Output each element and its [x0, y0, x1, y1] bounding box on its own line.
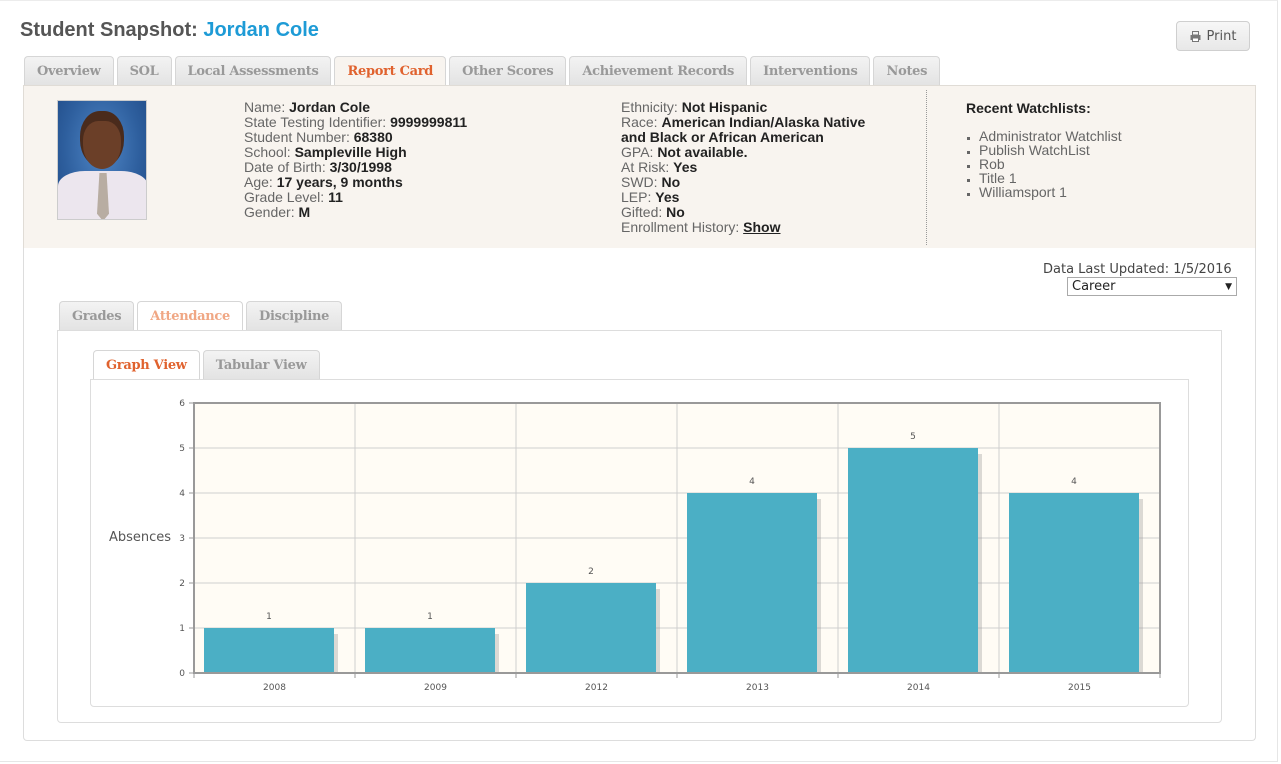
data-label: 4	[749, 477, 755, 487]
bar	[687, 493, 817, 673]
data-label: 4	[1071, 477, 1077, 487]
x-tick-label: 2014	[907, 683, 930, 693]
x-tick-label: 2013	[746, 683, 769, 693]
data-label: 2	[588, 567, 594, 577]
x-tick-label: 2008	[263, 683, 286, 693]
y-tick-label: 3	[179, 534, 185, 544]
y-tick-label: 4	[179, 489, 185, 499]
data-label: 1	[427, 612, 433, 622]
bar	[1009, 493, 1139, 673]
y-tick-label: 0	[179, 669, 185, 679]
y-tick-label: 1	[179, 624, 185, 634]
data-label: 5	[910, 432, 916, 442]
bar	[848, 448, 978, 673]
y-tick-label: 6	[179, 399, 185, 409]
chart-y-axis-label: Absences	[109, 530, 172, 545]
y-tick-label: 5	[179, 444, 185, 454]
y-tick-label: 2	[179, 579, 185, 589]
bar	[365, 628, 495, 673]
bar	[204, 628, 334, 673]
x-tick-label: 2015	[1068, 683, 1091, 693]
x-tick-label: 2009	[424, 683, 447, 693]
x-tick-label: 2012	[585, 683, 608, 693]
data-label: 1	[266, 612, 272, 622]
attendance-chart: 0 1 2 3 4 5 6 1 2008 1 2009 2 2012 4 2013 5 2014 4 2015	[179, 399, 1161, 693]
bar	[526, 583, 656, 673]
